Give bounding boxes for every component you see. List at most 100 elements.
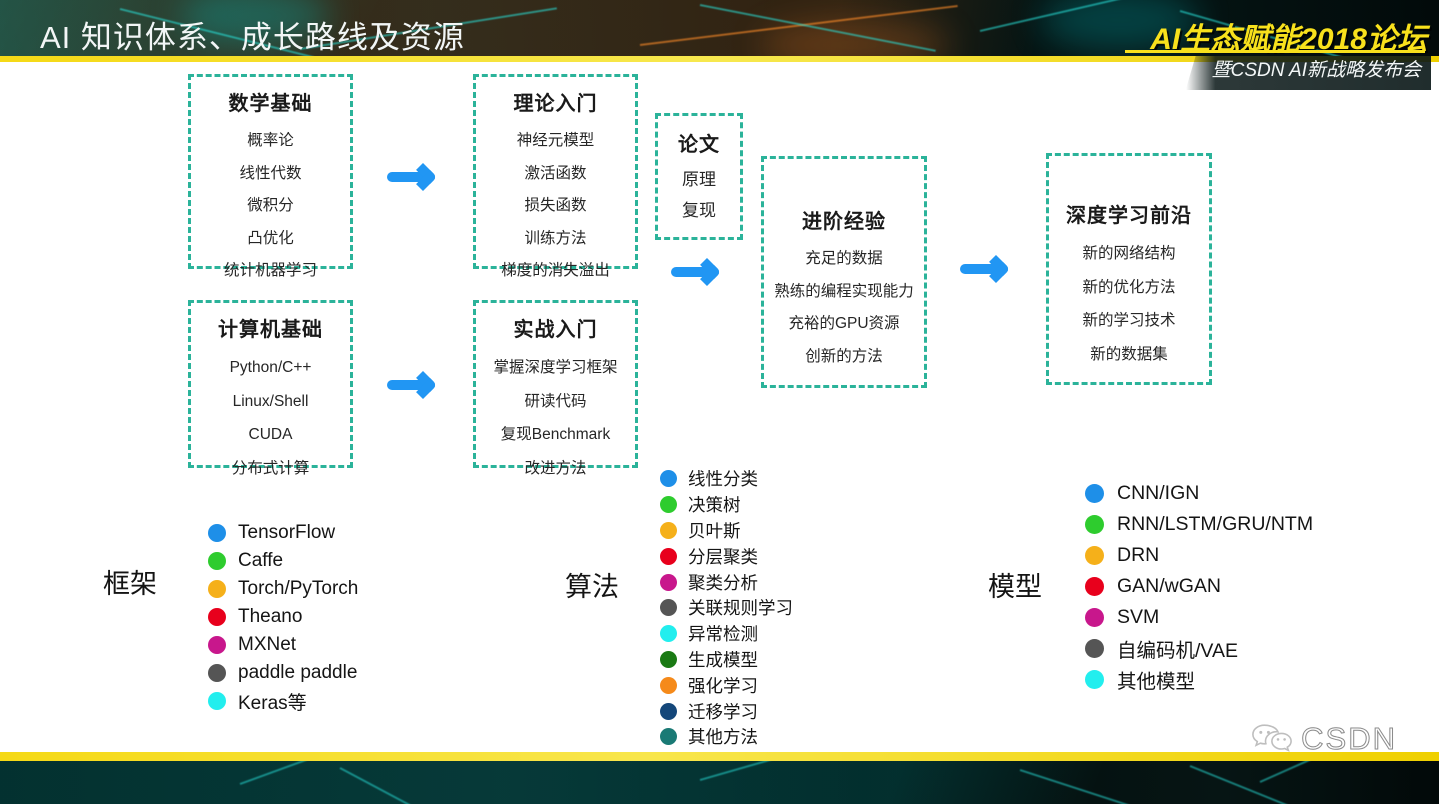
arrow-advanced-to-frontier-icon	[960, 252, 1016, 286]
legend-color-dot	[1085, 670, 1104, 689]
legend-item-label: Theano	[238, 606, 303, 627]
legend-color-dot	[208, 524, 226, 542]
legend-item-label: CNN/IGN	[1117, 482, 1200, 504]
legend-item-label: 线性分类	[688, 469, 758, 490]
legend-color-dot	[208, 664, 226, 682]
flow-box-dl-frontier: 深度学习前沿 新的网络结构 新的优化方法 新的学习技术 新的数据集	[1046, 153, 1212, 385]
flow-box-item: 概率论	[247, 132, 294, 149]
flow-box-item: 梯度的消失溢出	[501, 262, 610, 279]
flow-box-item: 改进方法	[524, 459, 587, 477]
legend-item: Theano	[208, 603, 358, 631]
legend-color-dot	[660, 702, 677, 720]
flow-box-practice-intro: 实战入门 掌握深度学习框架 研读代码 复现Benchmark 改进方法	[473, 300, 638, 476]
flow-box-title: 数学基础	[228, 93, 313, 115]
legend-item: paddle paddle	[208, 659, 358, 687]
legend-item: TensorFlow	[208, 519, 358, 547]
legend-item-label: GAN/wGAN	[1117, 575, 1222, 597]
legend-item-label: 生成模型	[688, 649, 758, 670]
legend-item: 聚类分析	[660, 569, 793, 595]
flow-box-advanced-experience: 进阶经验 充足的数据 熟练的编程实现能力 充裕的GPU资源 创新的方法	[761, 156, 927, 388]
flow-box-item: 充裕的GPU资源	[788, 315, 900, 332]
flow-box-cs-foundation: 计算机基础 Python/C++ Linux/Shell CUDA 分布式计算	[188, 300, 353, 476]
legend-item-label: 其他方法	[688, 727, 758, 748]
legend-item: 关联规则学习	[660, 595, 793, 621]
footer-streak	[1259, 761, 1416, 783]
flow-box-item: 研读代码	[524, 392, 587, 410]
legend-color-dot	[208, 580, 226, 598]
flow-box-item: 新的优化方法	[1082, 278, 1176, 296]
legend-item: RNN/LSTM/GRU/NTM	[1085, 509, 1313, 540]
legend-color-dot	[208, 608, 226, 626]
legend-item: 异常检测	[660, 621, 793, 647]
legend-item: 自编码机/VAE	[1085, 633, 1313, 664]
flow-box-theory-intro: 理论入门 神经元模型 激活函数 损失函数 训练方法 梯度的消失溢出	[473, 74, 638, 278]
legend-color-dot	[660, 728, 677, 746]
footer-streak	[699, 761, 893, 781]
event-logo-underline	[1125, 50, 1425, 53]
legend-color-dot	[1085, 484, 1104, 503]
legend-item-label: Keras等	[238, 692, 307, 714]
legend-color-dot	[660, 573, 677, 591]
flow-box-title: 计算机基础	[218, 319, 323, 341]
legend-item: CNN/IGN	[1085, 478, 1313, 509]
flow-box-item: 新的网络结构	[1082, 245, 1176, 262]
legend-item: DRN	[1085, 540, 1313, 571]
legend-item: MXNet	[208, 631, 358, 659]
flow-box-title: 实战入门	[513, 319, 598, 341]
legend-color-dot	[1085, 639, 1104, 658]
legend-label-frameworks: 框架	[103, 569, 157, 599]
legend-item: 强化学习	[660, 672, 793, 698]
flow-box-paper: 论文 原理 复现	[655, 113, 743, 240]
slide-canvas: AI 知识体系、成长路线及资源 AI生态赋能2018论坛 暨CSDN AI新战略…	[0, 0, 1439, 804]
legend-color-dot	[1085, 515, 1104, 534]
flow-box-item: 创新的方法	[805, 347, 883, 365]
legend-item: 分层聚类	[660, 543, 793, 569]
legend-color-dot	[660, 599, 677, 617]
flow-box-title: 进阶经验	[802, 211, 886, 233]
legend-item: Caffe	[208, 547, 358, 575]
csdn-watermark: CSDN	[1251, 721, 1397, 757]
flow-box-item: 统计机器学习	[223, 262, 317, 279]
legend-item-label: TensorFlow	[238, 522, 336, 543]
legend-item-label: RNN/LSTM/GRU/NTM	[1117, 513, 1314, 535]
legend-color-dot	[660, 676, 677, 694]
legend-item: 生成模型	[660, 647, 793, 673]
arrow-cs-to-practice-icon	[387, 368, 443, 402]
legend-color-dot	[208, 552, 226, 570]
watermark-label: CSDN	[1301, 721, 1397, 757]
legend-item: 迁移学习	[660, 698, 793, 724]
flow-box-item: 损失函数	[524, 197, 587, 214]
legend-item-label: 异常检测	[688, 624, 758, 645]
legend-color-dot	[660, 521, 677, 539]
legend-color-dot	[660, 625, 677, 643]
flow-box-item: 充足的数据	[805, 250, 883, 267]
legend-item: Keras等	[208, 687, 358, 715]
legend-item-label: 其他模型	[1117, 671, 1196, 693]
legend-item-label: Caffe	[238, 550, 284, 571]
flow-box-title: 论文	[678, 134, 720, 156]
arrow-paper-to-advanced-icon	[671, 255, 727, 289]
flow-box-item: 神经元模型	[516, 132, 595, 149]
arrow-math-to-theory-icon	[387, 160, 443, 194]
legend-item: Torch/PyTorch	[208, 575, 358, 603]
event-logo: AI生态赋能2018论坛 暨CSDN AI新战略发布会	[1089, 0, 1439, 108]
legend-color-dot	[1085, 546, 1104, 565]
flow-box-item: 复现	[682, 201, 716, 220]
flow-box-item: 掌握深度学习框架	[493, 359, 618, 376]
flow-box-item: 新的数据集	[1090, 345, 1168, 363]
legend-item-label: 迁移学习	[688, 701, 758, 722]
legend-item-label: 决策树	[688, 495, 741, 516]
legend-color-dot	[660, 470, 677, 488]
legend-item: GAN/wGAN	[1085, 571, 1313, 602]
legend-item-label: DRN	[1117, 544, 1160, 566]
wechat-icon	[1252, 724, 1293, 752]
legend-item-label: 聚类分析	[688, 572, 758, 593]
legend-color-dot	[660, 650, 677, 668]
flow-box-item: 线性代数	[239, 164, 302, 182]
legend-color-dot	[208, 692, 226, 710]
flow-box-item: 训练方法	[524, 229, 587, 247]
flow-box-item: 激活函数	[524, 164, 587, 182]
page-title: AI 知识体系、成长路线及资源	[40, 20, 465, 55]
legend-color-dot	[1085, 577, 1104, 596]
legend-label-algorithms: 算法	[565, 572, 619, 602]
